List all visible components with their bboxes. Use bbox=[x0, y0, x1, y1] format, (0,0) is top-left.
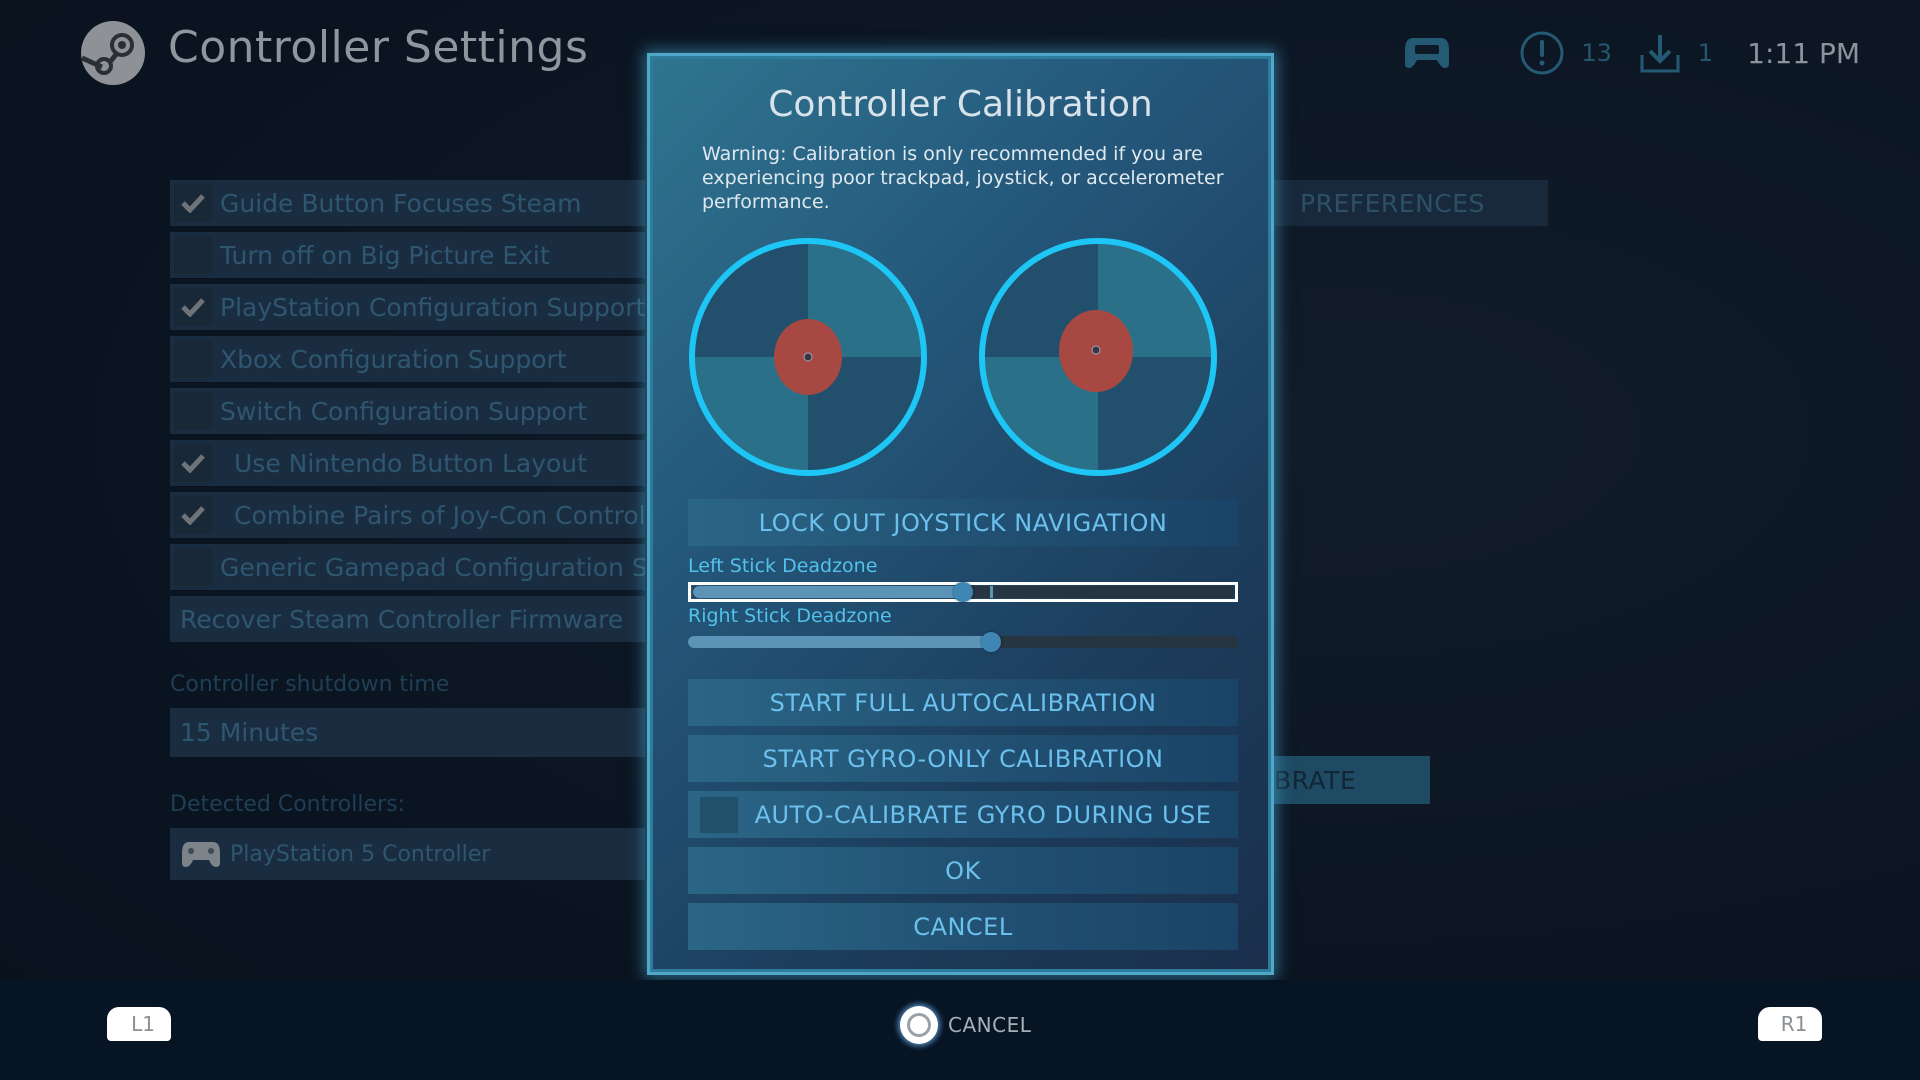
status-area: 13 1 1:11 PM bbox=[1403, 30, 1860, 76]
ok-button[interactable]: OK bbox=[688, 847, 1238, 894]
notifications-count: 13 bbox=[1581, 39, 1612, 67]
footer-cancel-hint[interactable]: CANCEL bbox=[900, 1006, 1031, 1044]
stick-position-dot bbox=[803, 352, 813, 362]
setting-guide-button-focuses-steam[interactable]: Guide Button Focuses Steam bbox=[170, 180, 645, 226]
shutdown-time-value: 15 Minutes bbox=[180, 718, 319, 747]
setting-combine-joy-con-pairs[interactable]: Combine Pairs of Joy-Con Controllers bbox=[170, 492, 645, 538]
right-stick-deadzone-label: Right Stick Deadzone bbox=[688, 605, 892, 627]
slider-default-marker bbox=[990, 586, 993, 598]
notifications-icon[interactable] bbox=[1519, 30, 1565, 76]
slider-fill bbox=[693, 586, 963, 598]
right-stick-visualizer bbox=[979, 238, 1217, 476]
stick-position-dot bbox=[1091, 345, 1101, 355]
setting-label: Generic Gamepad Configuration Support bbox=[220, 552, 645, 582]
left-stick-deadzone-slider[interactable] bbox=[688, 582, 1238, 602]
slider-knob[interactable] bbox=[980, 632, 1001, 652]
start-gyro-only-calibration-button[interactable]: START GYRO-ONLY CALIBRATION bbox=[688, 735, 1238, 782]
settings-list: Guide Button Focuses Steam Turn off on B… bbox=[170, 180, 645, 648]
start-full-autocalibration-button[interactable]: START FULL AUTOCALIBRATION bbox=[688, 679, 1238, 726]
detected-controller-name: PlayStation 5 Controller bbox=[230, 841, 491, 867]
shutdown-time-label: Controller shutdown time bbox=[170, 672, 450, 697]
setting-switch-configuration-support[interactable]: Switch Configuration Support bbox=[170, 388, 645, 434]
setting-label: Use Nintendo Button Layout bbox=[234, 448, 587, 478]
shutdown-time-select[interactable]: 15 Minutes bbox=[170, 708, 645, 757]
checkmark-icon bbox=[181, 454, 205, 473]
footer-bar: L1 CANCEL R1 bbox=[0, 980, 1920, 1080]
setting-label: Combine Pairs of Joy-Con Controllers bbox=[234, 500, 645, 530]
page-title: Controller Settings bbox=[168, 22, 589, 73]
downloads-count: 1 bbox=[1697, 39, 1714, 67]
dialog-title: Controller Calibration bbox=[768, 84, 1153, 125]
r1-shoulder-button[interactable]: R1 bbox=[1758, 1007, 1822, 1041]
detected-controller-item[interactable]: PlayStation 5 Controller bbox=[170, 828, 645, 880]
checkbox[interactable] bbox=[174, 236, 212, 274]
calibrate-button[interactable]: BRATE bbox=[1274, 756, 1430, 804]
steam-logo-icon bbox=[80, 21, 145, 85]
checkbox[interactable] bbox=[174, 184, 212, 222]
auto-calibrate-gyro-label: AUTO-CALIBRATE GYRO DURING USE bbox=[754, 800, 1212, 829]
recover-firmware-label: Recover Steam Controller Firmware bbox=[180, 604, 624, 634]
clock: 1:11 PM bbox=[1747, 36, 1860, 70]
controller-icon[interactable] bbox=[1403, 36, 1451, 70]
auto-calibrate-gyro-toggle[interactable]: AUTO-CALIBRATE GYRO DURING USE bbox=[688, 791, 1238, 838]
checkbox[interactable] bbox=[174, 496, 212, 534]
setting-generic-gamepad-configuration-support[interactable]: Generic Gamepad Configuration Support bbox=[170, 544, 645, 590]
setting-label: Guide Button Focuses Steam bbox=[220, 188, 582, 218]
checkbox[interactable] bbox=[174, 340, 212, 378]
recover-firmware-button[interactable]: Recover Steam Controller Firmware bbox=[170, 596, 645, 642]
lock-out-joystick-navigation-button[interactable]: LOCK OUT JOYSTICK NAVIGATION bbox=[688, 499, 1238, 546]
setting-xbox-configuration-support[interactable]: Xbox Configuration Support bbox=[170, 336, 645, 382]
calibration-warning: Warning: Calibration is only recommended… bbox=[702, 143, 1224, 213]
checkbox[interactable] bbox=[174, 392, 212, 430]
setting-turn-off-on-big-picture-exit[interactable]: Turn off on Big Picture Exit bbox=[170, 232, 645, 278]
left-stick-deadzone-label: Left Stick Deadzone bbox=[688, 555, 878, 577]
calibration-dialog: Controller Calibration Warning: Calibrat… bbox=[647, 53, 1274, 975]
tab-preferences[interactable]: PREFERENCES bbox=[1274, 180, 1548, 226]
right-stick-deadzone-slider[interactable] bbox=[688, 632, 1238, 652]
auto-calibrate-gyro-checkbox[interactable] bbox=[700, 797, 738, 833]
slider-fill bbox=[688, 636, 991, 648]
checkmark-icon bbox=[181, 506, 205, 525]
detected-controllers-label: Detected Controllers: bbox=[170, 792, 405, 817]
setting-playstation-configuration-support[interactable]: PlayStation Configuration Support bbox=[170, 284, 645, 330]
slider-track bbox=[688, 632, 1238, 652]
checkmark-icon bbox=[181, 298, 205, 317]
slider-knob[interactable] bbox=[953, 582, 973, 602]
setting-label: Xbox Configuration Support bbox=[220, 344, 567, 374]
gamepad-icon bbox=[182, 842, 220, 867]
footer-cancel-label: CANCEL bbox=[948, 1013, 1032, 1037]
checkmark-icon bbox=[181, 194, 205, 213]
downloads-icon[interactable] bbox=[1638, 31, 1682, 75]
setting-label: Turn off on Big Picture Exit bbox=[220, 240, 550, 270]
left-stick-visualizer bbox=[689, 238, 927, 476]
setting-label: Switch Configuration Support bbox=[220, 396, 587, 426]
l1-shoulder-button[interactable]: L1 bbox=[107, 1007, 171, 1041]
cancel-button[interactable]: CANCEL bbox=[688, 903, 1238, 950]
checkbox[interactable] bbox=[174, 288, 212, 326]
slider-track bbox=[693, 582, 1233, 602]
checkbox[interactable] bbox=[174, 548, 212, 586]
setting-use-nintendo-button-layout[interactable]: Use Nintendo Button Layout bbox=[170, 440, 645, 486]
checkbox[interactable] bbox=[174, 444, 212, 482]
circle-button-icon bbox=[900, 1006, 938, 1044]
setting-label: PlayStation Configuration Support bbox=[220, 292, 645, 322]
